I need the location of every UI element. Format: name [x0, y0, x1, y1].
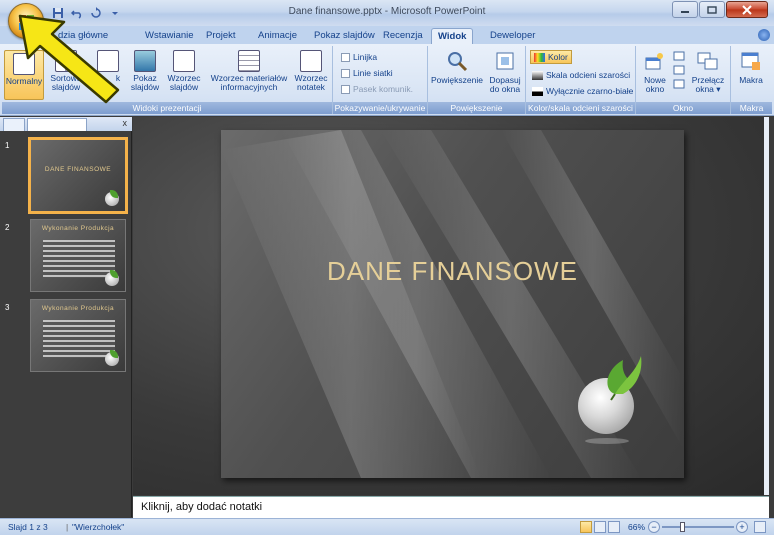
tab-review[interactable]: Recenzja	[377, 28, 429, 44]
zoom-out-button[interactable]: −	[648, 521, 660, 533]
butterfly-logo-icon	[105, 190, 119, 206]
slide-show-icon	[134, 50, 156, 72]
tab-slideshow[interactable]: Pokaz slajdów	[308, 28, 381, 44]
color-button[interactable]: Kolor	[530, 50, 572, 64]
butterfly-icon	[607, 356, 642, 401]
slide-title[interactable]: DANE FINANSOWE	[221, 256, 684, 287]
switch-windows-button[interactable]: Przełącz okna ▾	[688, 50, 728, 94]
zoom-in-button[interactable]: +	[736, 521, 748, 533]
group-color-grayscale: Kolor Skala odcieni szarości Wyłącznie c…	[526, 46, 636, 114]
switch-windows-icon	[697, 52, 718, 70]
sorter-view-status-button[interactable]	[594, 521, 606, 533]
current-slide[interactable]: DANE FINANSOWE	[221, 130, 684, 478]
slides-panel: x 1 DANE FINANSOWE 2 Wykonanie Produkcja…	[0, 117, 132, 517]
slide-thumbnail-1[interactable]: DANE FINANSOWE	[28, 137, 128, 214]
outline-tab[interactable]	[3, 118, 25, 131]
slide-thumbnail-3[interactable]: Wykonanie Produkcja	[30, 299, 126, 372]
thumbnail-title: Wykonanie Produkcja	[41, 305, 115, 312]
theme-name: "Wierzchołek"	[72, 522, 125, 532]
new-window-button[interactable]: Nowe okno	[640, 50, 670, 94]
grayscale-button[interactable]: Skala odcieni szarości	[532, 70, 630, 80]
color-icon	[534, 52, 545, 62]
fit-to-window-button[interactable]: Dopasuj do okna	[486, 50, 524, 94]
group-label-zoom: Powiększenie	[428, 102, 525, 114]
fit-window-icon	[496, 52, 514, 70]
help-icon[interactable]	[758, 29, 770, 41]
close-icon[interactable]: x	[123, 118, 128, 128]
black-white-button[interactable]: Wyłącznie czarno-białe	[532, 86, 633, 96]
handout-master-button[interactable]: Wzorzec materiałów informacyjnych	[206, 50, 292, 92]
butterfly-logo-icon	[105, 350, 119, 366]
status-bar: Slajd 1 z 3 | "Wierzchołek" 66% − +	[0, 518, 774, 535]
tab-developer[interactable]: Deweloper	[484, 28, 541, 44]
window-controls	[672, 1, 768, 18]
slide-master-icon	[173, 50, 195, 72]
tab-view[interactable]: Widok	[431, 28, 474, 44]
zoom-slider[interactable]	[662, 526, 734, 528]
normal-view-status-button[interactable]	[580, 521, 592, 533]
magnifier-icon	[448, 52, 468, 72]
close-button[interactable]	[726, 1, 768, 18]
notes-master-button[interactable]: Wzorzec notatek	[292, 50, 330, 92]
group-show-hide: Linijka Linie siatki Pasek komunik. Poka…	[333, 46, 428, 114]
slides-panel-tabs: x	[0, 117, 132, 131]
butterfly-logo-icon	[105, 270, 119, 286]
ruler-checkbox[interactable]: Linijka	[341, 52, 377, 62]
tab-animations[interactable]: Animacje	[252, 28, 303, 44]
macros-icon	[741, 52, 760, 70]
group-label-window: Okno	[636, 102, 730, 114]
slideshow-status-button[interactable]	[608, 521, 620, 533]
slide-number: 2	[5, 223, 10, 232]
slides-tab[interactable]	[27, 118, 87, 131]
table-icon	[43, 320, 115, 358]
notes-pane[interactable]: Kliknij, aby dodać notatki	[133, 496, 769, 518]
zoom-button[interactable]: Powiększenie	[430, 50, 484, 85]
handout-master-icon	[238, 50, 260, 72]
arrange-icons[interactable]	[672, 50, 686, 90]
minimize-button[interactable]	[672, 1, 698, 18]
group-label-showhide: Pokazywanie/ukrywanie	[333, 102, 427, 114]
slide-number: 3	[5, 303, 10, 312]
thumbnail-title: Wykonanie Produkcja	[41, 225, 115, 232]
fit-slide-button[interactable]	[754, 521, 766, 533]
message-bar-checkbox[interactable]: Pasek komunik.	[341, 84, 413, 94]
slide-show-button[interactable]: Pokaz slajdów	[128, 50, 162, 92]
slide-counter: Slajd 1 z 3	[8, 522, 48, 532]
restore-button[interactable]	[699, 1, 725, 18]
group-macros: Makra Makra	[731, 46, 772, 114]
notes-master-icon	[300, 50, 322, 72]
new-window-icon	[645, 53, 663, 70]
macros-button[interactable]: Makra	[733, 50, 769, 85]
vertical-scrollbar[interactable]	[764, 117, 769, 495]
zoom-slider-thumb[interactable]	[680, 522, 685, 532]
pointer-arrow-icon	[18, 14, 120, 104]
grayscale-icon	[532, 70, 543, 80]
group-window: Nowe okno Przełącz okna ▾ Okno	[636, 46, 731, 114]
group-label-macros: Makra	[731, 102, 772, 114]
tab-design[interactable]: Projekt	[200, 28, 242, 44]
globe-shadow	[585, 438, 629, 444]
slide-master-button[interactable]: Wzorzec slajdów	[164, 50, 204, 92]
table-icon	[43, 240, 115, 278]
slide-number: 1	[5, 141, 10, 150]
thumbnail-title: DANE FINANSOWE	[44, 166, 112, 173]
gridlines-checkbox[interactable]: Linie siatki	[341, 68, 393, 78]
group-zoom: Powiększenie Dopasuj do okna Powiększeni…	[428, 46, 526, 114]
group-label-color: Kolor/skala odcieni szarości	[526, 102, 635, 114]
tab-insert[interactable]: Wstawianie	[139, 28, 200, 44]
zoom-level: 66%	[628, 522, 646, 532]
slide-thumbnail-2[interactable]: Wykonanie Produkcja	[30, 219, 126, 292]
black-white-icon	[532, 86, 543, 96]
status-separator: |	[66, 522, 69, 532]
slide-editing-area: DANE FINANSOWE	[133, 117, 769, 495]
